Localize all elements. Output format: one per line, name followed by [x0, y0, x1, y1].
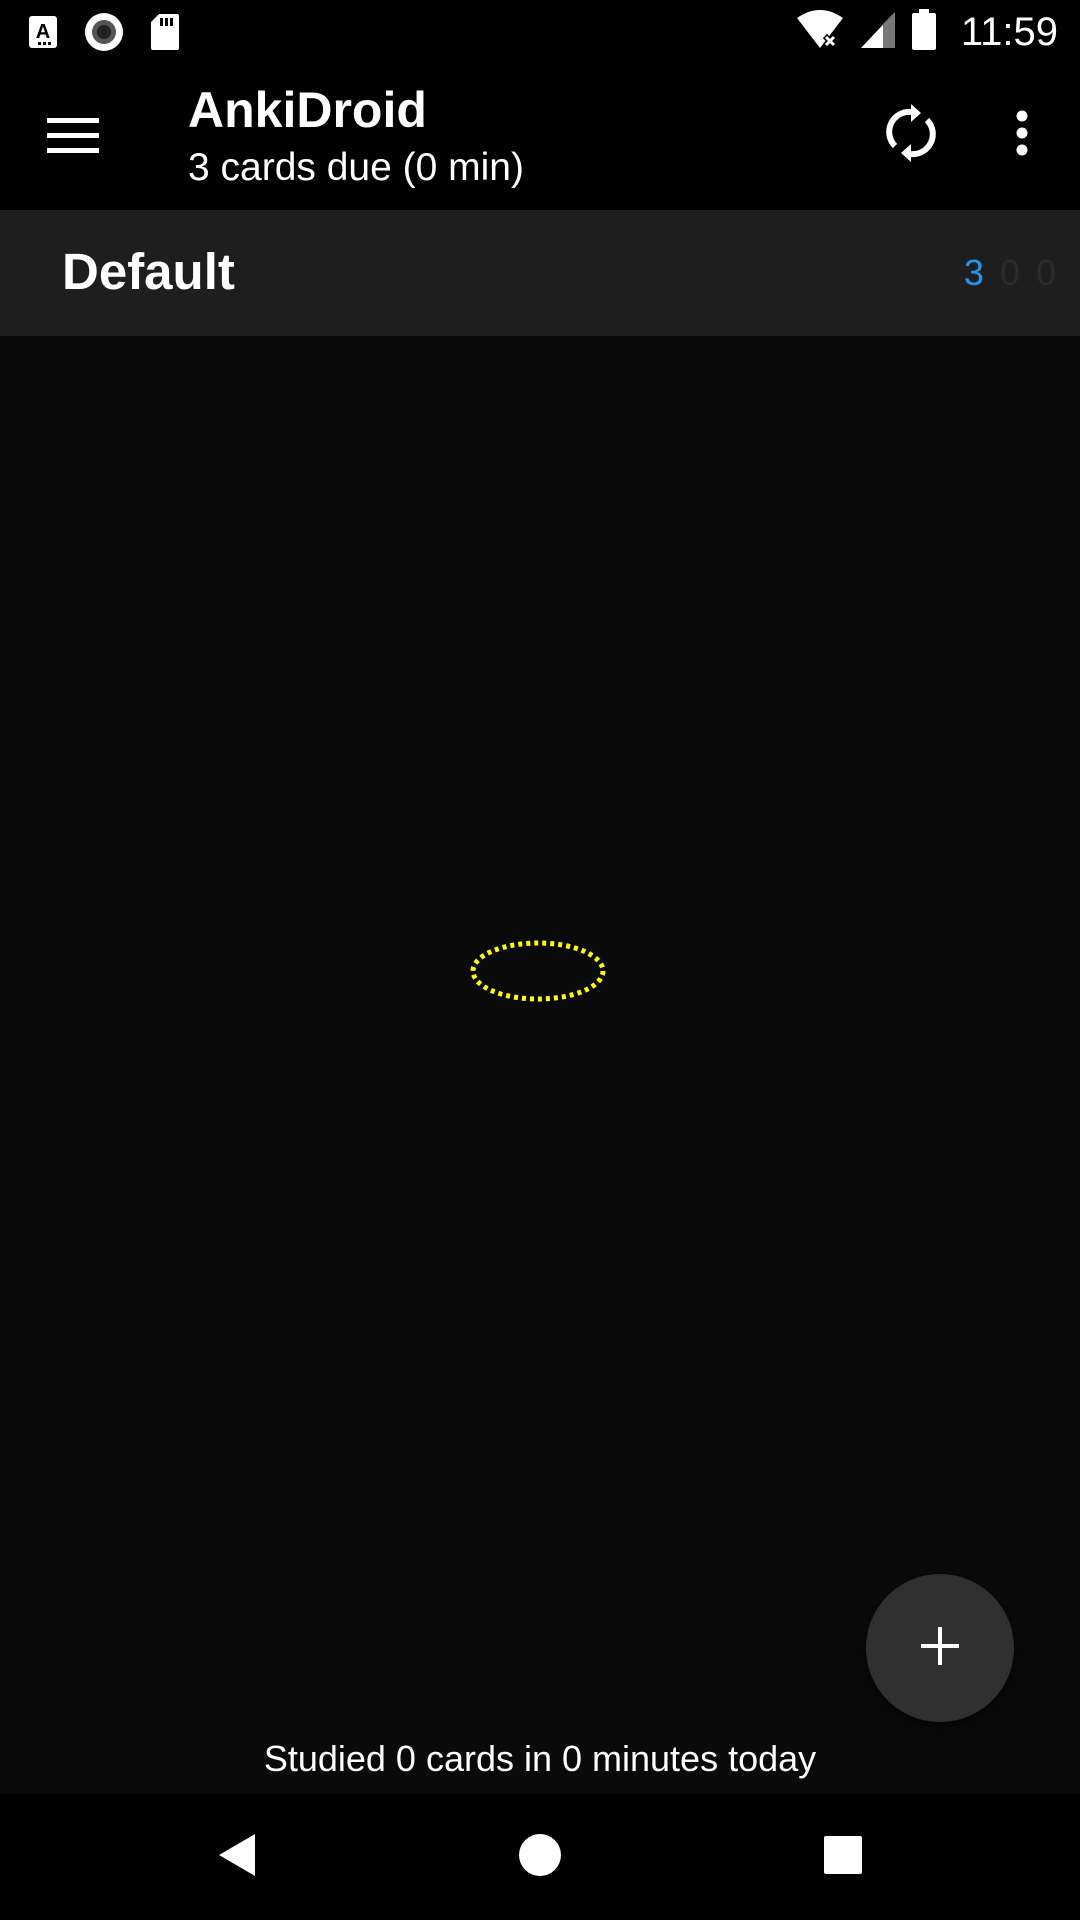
battery-icon: [911, 8, 937, 56]
recents-icon: [823, 1835, 863, 1880]
sync-icon: [886, 103, 936, 167]
overflow-menu-button[interactable]: [996, 104, 1048, 166]
svg-text:A: A: [36, 21, 50, 43]
home-icon: [518, 1833, 562, 1882]
review-count: 0: [1035, 252, 1056, 293]
app-bar: AnkiDroid 3 cards due (0 min): [0, 64, 1080, 210]
new-count: 3: [963, 252, 984, 293]
deck-row-default[interactable]: Default 3 0 0: [0, 210, 1080, 336]
learn-count: 0: [999, 252, 1020, 293]
font-a-icon: A: [28, 15, 58, 54]
navigation-bar: [0, 1794, 1080, 1920]
status-left-icons: A: [28, 12, 180, 57]
wifi-off-icon: [795, 9, 845, 55]
plus-icon: [920, 1626, 960, 1671]
tap-indicator: [470, 940, 606, 1002]
status-right-icons: 11:59: [795, 8, 1058, 56]
menu-icon: [47, 116, 99, 159]
recents-button[interactable]: [810, 1824, 876, 1890]
back-button[interactable]: [204, 1824, 270, 1890]
deck-list[interactable]: Default 3 0 0 Studied 0 cards in 0 minut…: [0, 210, 1080, 1794]
back-icon: [217, 1832, 257, 1883]
cards-due-subtitle: 3 cards due (0 min): [188, 146, 524, 189]
add-fab-button[interactable]: [866, 1574, 1014, 1722]
deck-counts: 3 0 0: [964, 252, 1056, 294]
status-bar: A 11:59: [0, 0, 1080, 64]
sd-card-icon: [150, 13, 180, 56]
app-title: AnkiDroid: [188, 82, 427, 138]
sync-button[interactable]: [880, 103, 942, 167]
deck-name: Default: [62, 243, 235, 300]
home-button[interactable]: [507, 1824, 573, 1890]
record-icon: [84, 12, 124, 57]
status-time: 11:59: [960, 9, 1058, 54]
overflow-menu-icon: [1016, 110, 1028, 161]
app-title-block: AnkiDroid 3 cards due (0 min): [188, 80, 524, 196]
navigation-drawer-button[interactable]: [40, 110, 106, 164]
signal-icon: [859, 10, 897, 55]
studied-today-text: Studied 0 cards in 0 minutes today: [263, 1738, 817, 1779]
